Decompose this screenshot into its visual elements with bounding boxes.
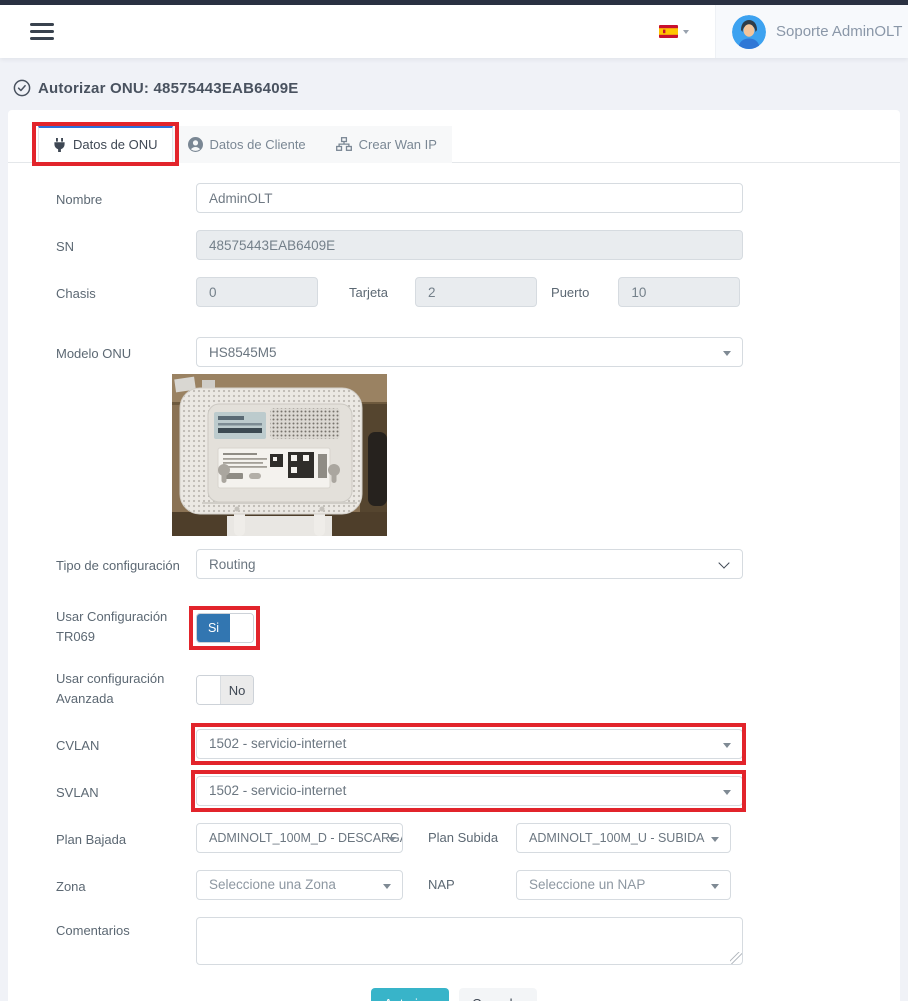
chasis-label: Chasis [56, 277, 196, 304]
tipo-configuracion-select[interactable]: Routing [196, 549, 743, 579]
comentarios-label: Comentarios [56, 917, 196, 941]
caret-down-icon [388, 837, 396, 842]
nap-placeholder: Seleccione un NAP [529, 877, 645, 892]
modelo-onu-select[interactable]: HS8545M5 [196, 337, 743, 367]
caret-down-icon [723, 790, 731, 795]
modelo-onu-value: HS8545M5 [209, 345, 277, 360]
field-tipo-configuracion: Tipo de configuración Routing [8, 549, 900, 579]
sn-label: SN [56, 230, 196, 257]
field-svlan: SVLAN 1502 - servicio-internet [8, 776, 900, 806]
field-modelo-onu: Modelo ONU HS8545M5 [8, 337, 900, 367]
zona-label: Zona [56, 870, 196, 897]
tipo-configuracion-label: Tipo de configuración [56, 549, 196, 576]
avatar [732, 15, 766, 49]
caret-down-icon [711, 837, 719, 842]
authorize-button[interactable]: Autorizar [371, 988, 449, 1001]
field-sn: SN [8, 230, 900, 260]
navbar: Soporte AdminOLT [0, 5, 908, 58]
plan-subida-value: ADMINOLT_100M_U - SUBIDA [529, 831, 705, 845]
tab-datos-de-cliente[interactable]: Datos de Cliente [173, 126, 321, 163]
tab-crear-wan-ip[interactable]: Crear Wan IP [321, 126, 452, 163]
tr069-toggle[interactable]: Si [196, 613, 254, 643]
toggle-knob [230, 614, 253, 642]
field-comentarios: Comentarios [8, 917, 900, 970]
plan-subida-label: Plan Subida [428, 823, 516, 845]
chasis-input [196, 277, 318, 307]
puerto-input [618, 277, 740, 307]
cvlan-label: CVLAN [56, 729, 196, 756]
menu-toggle-button[interactable] [30, 23, 54, 40]
toggle-off-label: No [221, 676, 253, 704]
caret-down-icon [723, 743, 731, 748]
tab-datos-de-onu[interactable]: Datos de ONU [38, 126, 173, 163]
svlan-label: SVLAN [56, 776, 196, 803]
field-avanzada: Usar configuración Avanzada No [8, 667, 900, 709]
field-chasis-tarjeta-puerto: Chasis Tarjeta Puerto [8, 277, 900, 307]
field-planes: Plan Bajada ADMINOLT_100M_D - DESCARGA P… [8, 823, 900, 853]
chevron-down-icon [683, 30, 689, 34]
caret-down-icon [711, 884, 719, 889]
cvlan-value: 1502 - servicio-internet [209, 736, 346, 751]
tab-label: Datos de Cliente [210, 137, 306, 152]
comentarios-textarea[interactable] [196, 917, 743, 965]
onu-form: Nombre SN Chasis Tarjeta Puerto [8, 163, 900, 1001]
puerto-label: Puerto [551, 285, 589, 300]
avanzada-toggle[interactable]: No [196, 675, 254, 705]
page-title-text: Autorizar ONU: 48575443EAB6409E [38, 80, 298, 97]
modelo-onu-label: Modelo ONU [56, 337, 196, 364]
plan-subida-select[interactable]: ADMINOLT_100M_U - SUBIDA [516, 823, 731, 853]
nombre-input[interactable] [196, 183, 743, 213]
tab-bar: Datos de ONU Datos de Cliente [8, 110, 900, 163]
tarjeta-input [415, 277, 537, 307]
tipo-configuracion-value: Routing [209, 557, 256, 572]
sitemap-icon [336, 137, 352, 151]
user-circle-icon [188, 137, 203, 152]
tab-label: Crear Wan IP [359, 137, 437, 152]
caret-down-icon [723, 351, 731, 356]
page-title: Autorizar ONU: 48575443EAB6409E [0, 58, 908, 110]
cancel-button[interactable]: Cancelar [459, 988, 537, 1001]
sn-input [196, 230, 743, 260]
plan-bajada-value: ADMINOLT_100M_D - DESCARGA [209, 831, 403, 845]
nap-select[interactable]: Seleccione un NAP [516, 870, 731, 900]
language-selector[interactable] [659, 25, 689, 38]
field-tr069: Usar Configuración TR069 Si [8, 605, 900, 647]
tarjeta-label: Tarjeta [349, 285, 388, 300]
zona-placeholder: Seleccione una Zona [209, 877, 336, 892]
plan-bajada-select[interactable]: ADMINOLT_100M_D - DESCARGA [196, 823, 403, 853]
field-zona-nap: Zona Seleccione una Zona NAP Seleccione … [8, 870, 900, 900]
svlan-select[interactable]: 1502 - servicio-internet [196, 776, 743, 806]
nap-label: NAP [428, 870, 516, 892]
cvlan-select[interactable]: 1502 - servicio-internet [196, 729, 743, 759]
form-card: Datos de ONU Datos de Cliente [8, 110, 900, 1001]
plug-icon [53, 138, 66, 152]
caret-down-icon [383, 884, 391, 889]
onu-photo-image [172, 374, 387, 536]
nombre-label: Nombre [56, 183, 196, 210]
toggle-knob [197, 676, 221, 704]
chevron-down-icon [718, 557, 729, 568]
tr069-label: Usar Configuración TR069 [56, 605, 196, 647]
zona-select[interactable]: Seleccione una Zona [196, 870, 403, 900]
check-circle-icon [13, 79, 31, 97]
form-actions: Autorizar Cancelar [8, 988, 900, 1001]
user-menu[interactable]: Soporte AdminOLT [715, 5, 908, 58]
tab-label: Datos de ONU [73, 137, 158, 152]
svlan-value: 1502 - servicio-internet [209, 783, 346, 798]
avanzada-label: Usar configuración Avanzada [56, 667, 196, 709]
spain-flag-icon [659, 25, 678, 38]
user-name: Soporte AdminOLT [776, 23, 902, 40]
field-nombre: Nombre [8, 183, 900, 213]
plan-bajada-label: Plan Bajada [56, 823, 196, 850]
toggle-on-label: Si [197, 614, 230, 642]
field-cvlan: CVLAN 1502 - servicio-internet [8, 729, 900, 759]
screen: Soporte AdminOLT Autorizar ONU: 48575443… [0, 0, 908, 1001]
